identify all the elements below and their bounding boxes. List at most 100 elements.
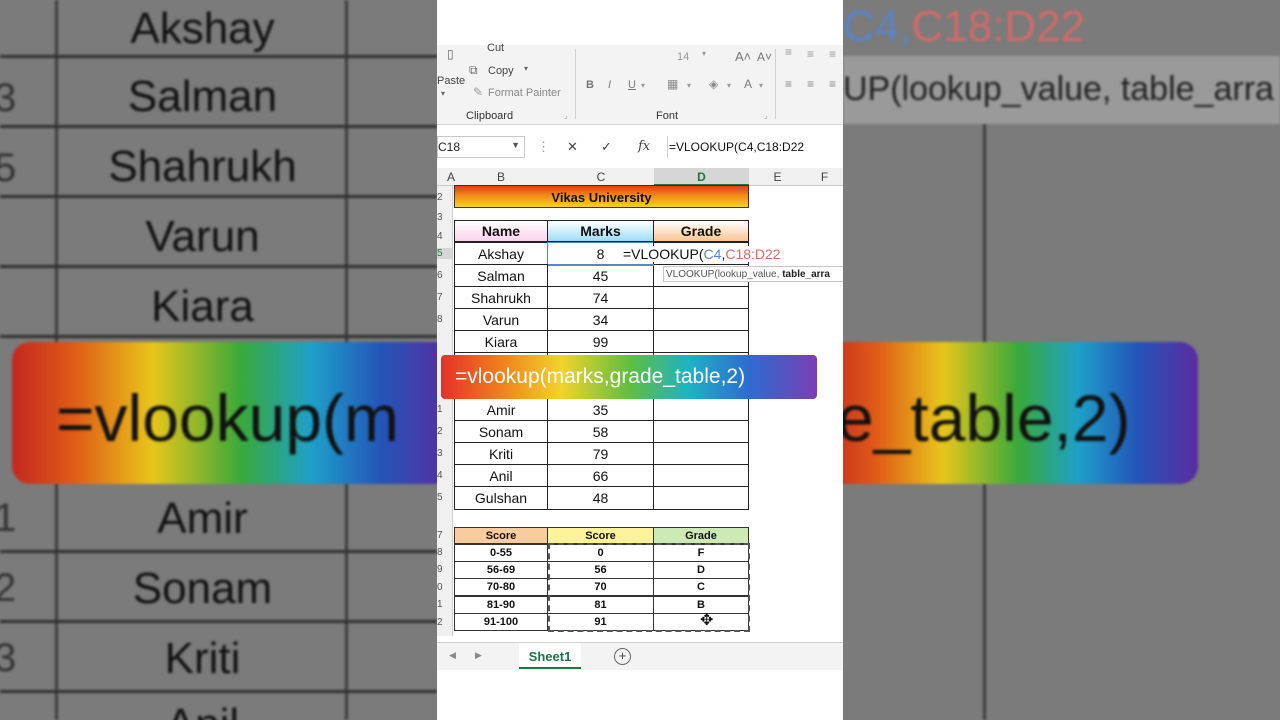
row-number[interactable]: 4: [437, 231, 443, 242]
table-row-name[interactable]: Salman: [454, 264, 548, 287]
row-number[interactable]: 3: [437, 212, 443, 223]
borders-icon[interactable]: ▦: [667, 77, 678, 91]
chevron-down-icon[interactable]: ▾: [759, 81, 763, 90]
italic-button[interactable]: I: [608, 79, 611, 91]
table-row-grade[interactable]: [653, 330, 749, 353]
grade-table-score[interactable]: 91: [547, 613, 654, 631]
dialog-launcher-icon[interactable]: ⌟: [564, 111, 568, 120]
grade-table-score[interactable]: 70: [547, 578, 654, 596]
row-number[interactable]: 1: [437, 404, 443, 415]
grade-table-range[interactable]: 91-100: [454, 613, 548, 631]
chevron-down-icon[interactable]: ▾: [524, 64, 528, 73]
header-name[interactable]: Name: [454, 220, 548, 242]
grade-table-score[interactable]: 81: [547, 596, 654, 614]
row-number[interactable]: 8: [437, 547, 443, 558]
table-row-grade[interactable]: [653, 308, 749, 331]
table-row-grade[interactable]: [653, 420, 749, 443]
column-header-c[interactable]: C: [548, 170, 654, 184]
chevron-down-icon[interactable]: ▾: [441, 89, 445, 98]
table-row-name[interactable]: Kiara: [454, 330, 548, 353]
grade-table-grade[interactable]: F: [653, 544, 749, 562]
grade-table-header[interactable]: Score: [547, 527, 654, 544]
align-bottom-icon[interactable]: ≡: [829, 47, 836, 61]
check-icon[interactable]: ✓: [601, 139, 612, 155]
bold-button[interactable]: B: [586, 79, 594, 91]
row-number[interactable]: 7: [437, 530, 443, 541]
table-row-grade[interactable]: [653, 486, 749, 510]
underline-button[interactable]: U: [628, 79, 636, 91]
table-row-marks[interactable]: 45: [547, 264, 654, 287]
row-number[interactable]: 3: [437, 448, 443, 459]
align-center-icon[interactable]: ≡: [807, 77, 814, 91]
table-row-marks[interactable]: 66: [547, 464, 654, 487]
row-number[interactable]: 4: [437, 470, 443, 481]
align-left-icon[interactable]: ≡: [785, 77, 792, 91]
cut-button[interactable]: Cut: [487, 42, 504, 54]
row-number[interactable]: 7: [437, 292, 443, 303]
formula-input[interactable]: =VLOOKUP(C4,C18:D22: [669, 140, 804, 154]
grade-table-range[interactable]: 56-69: [454, 561, 548, 579]
column-header-f[interactable]: F: [806, 170, 843, 184]
chevron-down-icon[interactable]: ▾: [727, 81, 731, 90]
row-number[interactable]: 1: [437, 599, 443, 610]
name-box[interactable]: C18 ▼: [437, 136, 525, 158]
font-size-box[interactable]: 14: [677, 51, 689, 63]
table-row-name[interactable]: Varun: [454, 308, 548, 331]
increase-font-icon[interactable]: A˄: [735, 49, 751, 64]
table-row-marks[interactable]: 74: [547, 286, 654, 309]
grade-table-range[interactable]: 70-80: [454, 578, 548, 596]
chevron-down-icon[interactable]: ▼: [511, 140, 520, 150]
table-row-name[interactable]: Amir: [454, 398, 548, 421]
table-row-name[interactable]: Anil: [454, 464, 548, 487]
sheet-tab-active[interactable]: Sheet1: [519, 643, 581, 669]
row-number-selected[interactable]: 5: [437, 248, 452, 259]
row-number[interactable]: 8: [437, 314, 443, 325]
align-middle-icon[interactable]: ≡: [807, 47, 814, 61]
chevron-down-icon[interactable]: ▾: [641, 81, 645, 90]
table-row-marks[interactable]: 48: [547, 486, 654, 510]
column-header-d[interactable]: D: [654, 170, 749, 184]
row-number[interactable]: 2: [437, 617, 443, 628]
fx-button[interactable]: fx: [638, 139, 650, 154]
fill-color-icon[interactable]: ◈: [709, 77, 718, 91]
scroll-right-icon[interactable]: ▶: [475, 650, 482, 661]
grade-table-grade[interactable]: C: [653, 578, 749, 596]
grade-table-header[interactable]: Grade: [653, 527, 749, 544]
copy-button[interactable]: Copy: [488, 65, 514, 77]
table-row-name[interactable]: Akshay: [454, 242, 548, 265]
row-number[interactable]: 6: [437, 270, 443, 281]
grade-table-score[interactable]: 56: [547, 561, 654, 579]
grade-table-score[interactable]: 0: [547, 544, 654, 562]
column-header-e[interactable]: E: [749, 170, 806, 184]
table-title[interactable]: Vikas University: [454, 185, 749, 208]
grade-table-range[interactable]: 0-55: [454, 544, 548, 562]
header-marks[interactable]: Marks: [547, 220, 654, 242]
in-cell-formula[interactable]: =VLOOKUP(C4,C18:D22: [621, 246, 783, 262]
decrease-font-icon[interactable]: A˅: [757, 50, 772, 64]
table-row-marks[interactable]: 79: [547, 442, 654, 465]
row-number[interactable]: 2: [437, 192, 443, 203]
table-row-grade[interactable]: [653, 442, 749, 465]
table-row-marks[interactable]: 58: [547, 420, 654, 443]
table-row-marks[interactable]: 99: [547, 330, 654, 353]
row-number[interactable]: 9: [437, 564, 443, 575]
table-row-grade[interactable]: [653, 398, 749, 421]
dialog-launcher-icon[interactable]: ⌟: [764, 111, 768, 120]
chevron-down-icon[interactable]: ▾: [687, 81, 691, 90]
plus-circle-icon[interactable]: +: [614, 648, 631, 665]
table-row-grade[interactable]: [653, 286, 749, 309]
row-number[interactable]: 0: [437, 582, 443, 593]
font-color-icon[interactable]: A: [744, 77, 752, 91]
table-row-grade[interactable]: [653, 464, 749, 487]
table-row-name[interactable]: Gulshan: [454, 486, 548, 510]
chevron-down-icon[interactable]: ▾: [702, 49, 706, 58]
grade-table-grade[interactable]: D: [653, 561, 749, 579]
table-row-marks[interactable]: 35: [547, 398, 654, 421]
format-painter-button[interactable]: Format Painter: [488, 87, 561, 99]
align-top-icon[interactable]: ≡: [785, 45, 792, 59]
table-row-marks[interactable]: 34: [547, 308, 654, 331]
paste-button[interactable]: Paste: [437, 75, 465, 87]
table-row-name[interactable]: Shahrukh: [454, 286, 548, 309]
grade-table-header[interactable]: Score: [454, 527, 548, 544]
scroll-left-icon[interactable]: ◀: [449, 650, 456, 661]
